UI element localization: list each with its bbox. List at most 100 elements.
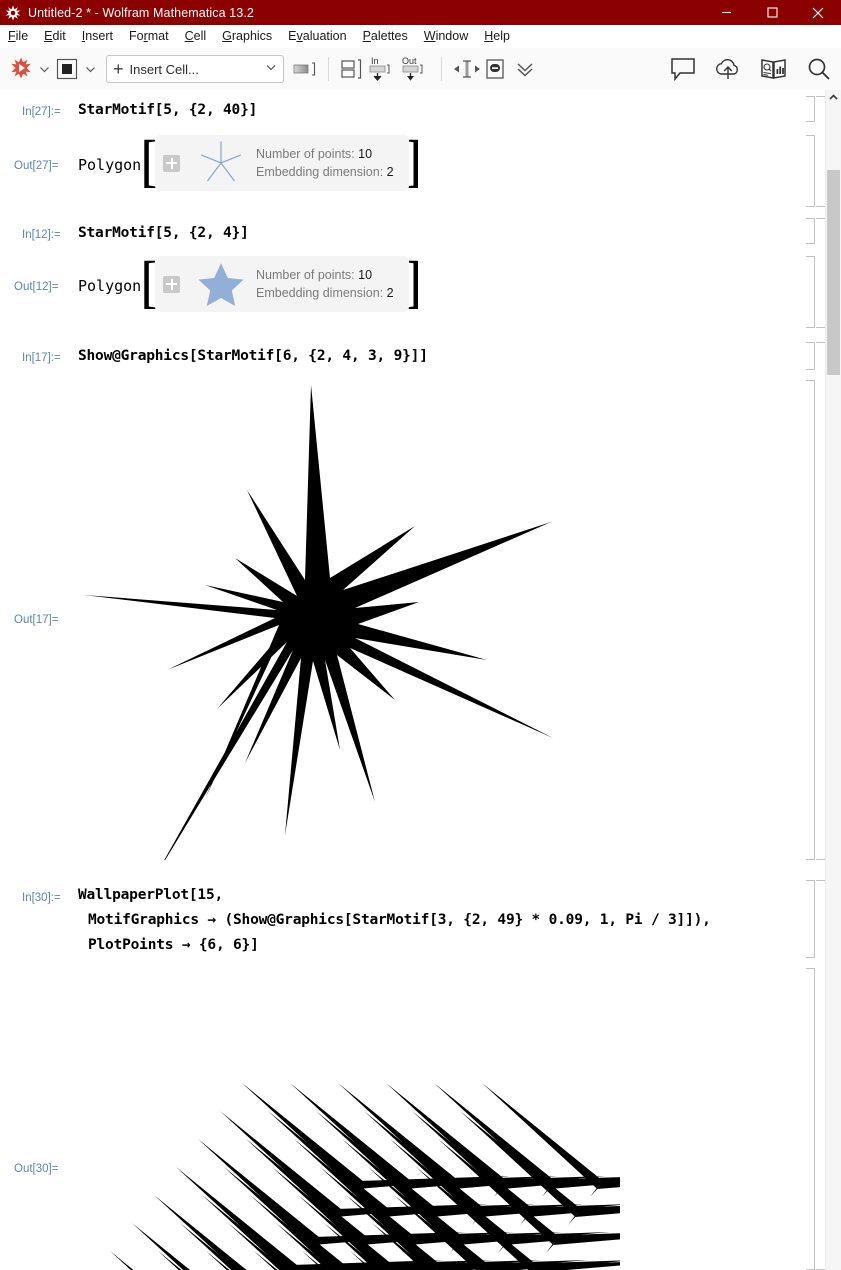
summary-text-27: Number of points: 10 Embedding dimension… [256, 145, 394, 181]
menu-item-insert[interactable]: Insert [74, 27, 121, 45]
menu-item-file[interactable]: File [0, 27, 36, 45]
evaluate-button[interactable] [8, 55, 34, 83]
insert-output-cell-icon: Out [402, 56, 423, 81]
in-code-17[interactable]: Show@Graphics[StarMotif[6, {2, 4, 3, 9}]… [78, 348, 428, 364]
insert-cell-label: Insert Cell... [129, 61, 199, 77]
toolbar-separator [328, 57, 329, 81]
insert-cell-dropdown[interactable]: + Insert Cell... [106, 55, 284, 83]
insert-output-cell-button[interactable]: Out [399, 55, 431, 83]
summary-line2-key-27: Embedding dimension: [256, 165, 384, 179]
double-chevron-down-icon [517, 63, 533, 77]
plus-expand-icon[interactable] [163, 275, 180, 293]
twelve-point-star-graphic [84, 385, 553, 860]
summary-line2-value-27: 2 [386, 165, 394, 179]
svg-text:Out: Out [402, 56, 417, 66]
cell-bracket-out-27[interactable] [806, 135, 815, 207]
thin-star-outline-icon [200, 141, 242, 182]
filled-star-icon [198, 263, 244, 307]
plus-expand-icon[interactable] [163, 154, 180, 172]
comment-button[interactable] [669, 55, 697, 83]
menu-item-graphics[interactable]: Graphics [214, 27, 280, 45]
cell-style-button[interactable] [292, 55, 318, 83]
split-cell-button[interactable] [339, 55, 365, 83]
cell-tag-icon [486, 59, 504, 79]
in-label-27: In[27]:= [22, 106, 61, 118]
abort-button[interactable] [54, 55, 80, 83]
cell-bracket-in-27[interactable] [806, 96, 815, 122]
cell-style-icon [293, 62, 316, 76]
polygon-summary-box-27[interactable]: Number of points: 10 Embedding dimension… [155, 135, 409, 191]
search-button[interactable] [805, 55, 833, 83]
wallpaper-lattice-graphic [110, 1083, 620, 1270]
cell-bracket-out-30[interactable] [806, 968, 815, 1270]
out-head-12: Polygon [78, 277, 142, 295]
toolbar-separator-2 [441, 57, 442, 81]
out-label-12: Out[12]= [14, 281, 59, 293]
insert-input-cell-icon: In [369, 56, 390, 81]
minimize-button[interactable] [703, 0, 749, 25]
scrollbar-thumb[interactable] [827, 170, 840, 375]
in-code-30-line1[interactable]: WallpaperPlot[15, [78, 887, 223, 903]
cell-bracket-in-30[interactable] [806, 880, 815, 958]
out-label-27: Out[27]= [14, 160, 59, 172]
summary-line2-value-12: 2 [386, 286, 394, 300]
title-bar: Untitled-2 * - Wolfram Mathematica 13.2 [0, 0, 841, 25]
wolfram-evaluate-spikey-icon [11, 57, 31, 79]
toolbar: + Insert Cell... In Out [0, 48, 841, 91]
maximize-button[interactable] [749, 0, 795, 25]
cell-bracket-out-17[interactable] [806, 380, 815, 860]
menu-item-window[interactable]: Window [416, 27, 476, 45]
menu-item-evaluation[interactable]: Evaluation [280, 27, 354, 45]
plus-icon: + [113, 59, 124, 79]
summary-text-12: Number of points: 10 Embedding dimension… [256, 266, 394, 302]
menu-bar: File Edit Insert Format Cell Graphics Ev… [0, 25, 841, 48]
summary-line1-value-27: 10 [358, 146, 373, 161]
summary-line1-value-12: 10 [358, 267, 373, 282]
window-controls [703, 0, 841, 25]
vertical-scrollbar[interactable] [825, 90, 841, 1270]
menu-item-help[interactable]: Help [476, 27, 518, 45]
chevron-down-icon [265, 60, 277, 78]
menu-item-edit[interactable]: Edit [36, 27, 74, 45]
in-code-30-line2[interactable]: MotifGraphics → (Show@Graphics[StarMotif… [88, 912, 711, 928]
search-icon [808, 58, 830, 80]
menu-item-cell[interactable]: Cell [177, 27, 215, 45]
documentation-button[interactable] [759, 55, 789, 83]
abort-dropdown-chevron-down-icon[interactable] [82, 64, 98, 75]
summary-line2-key-12: Embedding dimension: [256, 286, 384, 300]
out-label-17: Out[17]= [14, 614, 59, 626]
cell-tag-button[interactable] [484, 55, 510, 83]
out-head-27: Polygon [78, 156, 142, 174]
in-code-30-line3[interactable]: PlotPoints → {6, 6}] [88, 937, 259, 953]
more-options-button[interactable] [512, 55, 538, 83]
notebook-area[interactable]: In[27]:= StarMotif[5, {2, 40}] Out[27]= … [0, 90, 841, 1270]
close-button[interactable] [795, 0, 841, 25]
in-code-27[interactable]: StarMotif[5, {2, 40}] [78, 102, 257, 118]
documentation-book-icon [761, 59, 786, 79]
svg-text:In: In [371, 56, 379, 66]
scroll-up-chevron-up-icon[interactable] [826, 90, 841, 105]
cell-bracket-in-12[interactable] [806, 218, 815, 244]
out-label-30: Out[30]= [14, 1163, 59, 1175]
cell-bracket-in-17[interactable] [806, 342, 815, 370]
evaluate-dropdown-chevron-down-icon[interactable] [36, 64, 52, 75]
cell-bracket-out-12[interactable] [806, 256, 815, 328]
split-cell-icon [341, 59, 362, 79]
publish-cloud-button[interactable] [713, 55, 743, 83]
in-label-17: In[17]:= [22, 352, 61, 364]
menu-item-palettes[interactable]: Palettes [355, 27, 416, 45]
in-code-12[interactable]: StarMotif[5, {2, 4}] [78, 225, 249, 241]
in-label-30: In[30]:= [22, 892, 61, 904]
menu-item-format[interactable]: Format [121, 27, 177, 45]
insert-input-cell-button[interactable]: In [367, 55, 397, 83]
polygon-summary-box-12[interactable]: Number of points: 10 Embedding dimension… [155, 256, 409, 312]
notebook-canvas: In[27]:= StarMotif[5, {2, 40}] Out[27]= … [0, 90, 826, 1270]
comment-bubble-icon [671, 58, 695, 82]
cloud-upload-icon [716, 59, 738, 79]
wolfram-spikey-icon [4, 3, 22, 22]
stop-square-icon [56, 58, 78, 80]
text-cursor-width-icon [454, 60, 480, 78]
in-label-12: In[12]:= [22, 229, 61, 241]
window-title: Untitled-2 * - Wolfram Mathematica 13.2 [28, 5, 254, 20]
text-cursor-width-button[interactable] [452, 55, 482, 83]
